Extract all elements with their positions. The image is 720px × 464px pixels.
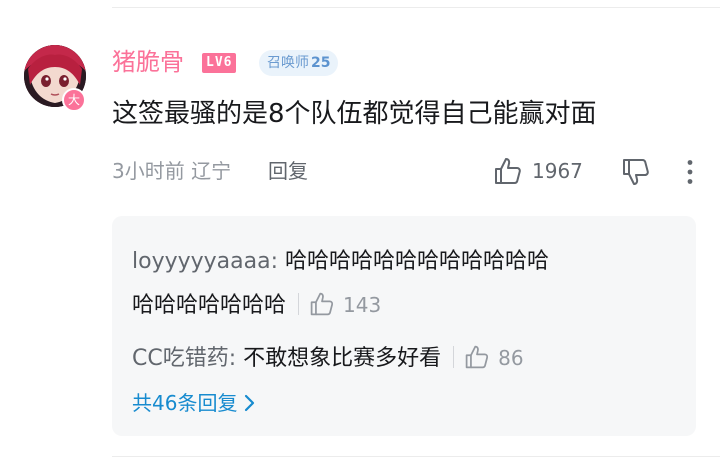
reply-item[interactable]: CC吃错药: 不敢想象比赛多好看 86 <box>132 342 524 375</box>
more-vertical-icon[interactable] <box>684 159 696 185</box>
thumbs-up-icon[interactable] <box>493 156 523 186</box>
chevron-right-icon <box>243 391 257 412</box>
like-count: 1967 <box>532 159 583 183</box>
view-more-replies-link[interactable]: 共46条回复 <box>132 388 257 418</box>
top-divider <box>112 7 720 8</box>
reply-like-count: 86 <box>498 346 524 370</box>
reply-text: 不敢想象比赛多好看 <box>243 346 442 371</box>
reply-text: 哈哈哈哈哈哈哈哈哈哈哈哈 <box>285 249 550 274</box>
avatar-badge: 大 <box>62 88 86 112</box>
reply-item-continuation[interactable]: 哈哈哈哈哈哈哈 143 <box>132 289 381 322</box>
comment-text: 这签最骚的是8个队伍都觉得自己能赢对面 <box>112 99 597 129</box>
reply-username[interactable]: loyyyyyaaaa: <box>132 249 278 274</box>
comment-location: 辽宁 <box>191 159 232 183</box>
reply-item[interactable]: loyyyyyaaaa: 哈哈哈哈哈哈哈哈哈哈哈哈 <box>132 246 549 278</box>
comment-meta: 3小时前 辽宁 <box>112 157 231 185</box>
thumbs-up-icon[interactable] <box>464 344 490 370</box>
reply-button[interactable]: 回复 <box>268 157 308 185</box>
separator <box>453 346 455 368</box>
bottom-divider <box>112 456 720 457</box>
reply-username[interactable]: CC吃错药: <box>132 346 236 371</box>
more-replies-label: 共46条回复 <box>132 391 238 415</box>
separator <box>298 293 300 315</box>
title-badge: 召唤师 25 <box>259 50 339 76</box>
username[interactable]: 猪脆骨 <box>112 46 184 78</box>
thumbs-down-icon[interactable] <box>621 157 651 187</box>
thumbs-up-icon[interactable] <box>309 291 335 317</box>
comment-time: 3小时前 <box>112 159 185 183</box>
level-badge: LV6 <box>202 53 237 73</box>
reply-text: 哈哈哈哈哈哈哈 <box>132 293 287 318</box>
title-badge-number: 25 <box>311 55 331 71</box>
reply-panel: loyyyyyaaaa: 哈哈哈哈哈哈哈哈哈哈哈哈 哈哈哈哈哈哈哈 143 CC吃… <box>112 216 696 436</box>
title-badge-label: 召唤师 <box>267 55 309 71</box>
reply-like-count: 143 <box>343 293 382 317</box>
